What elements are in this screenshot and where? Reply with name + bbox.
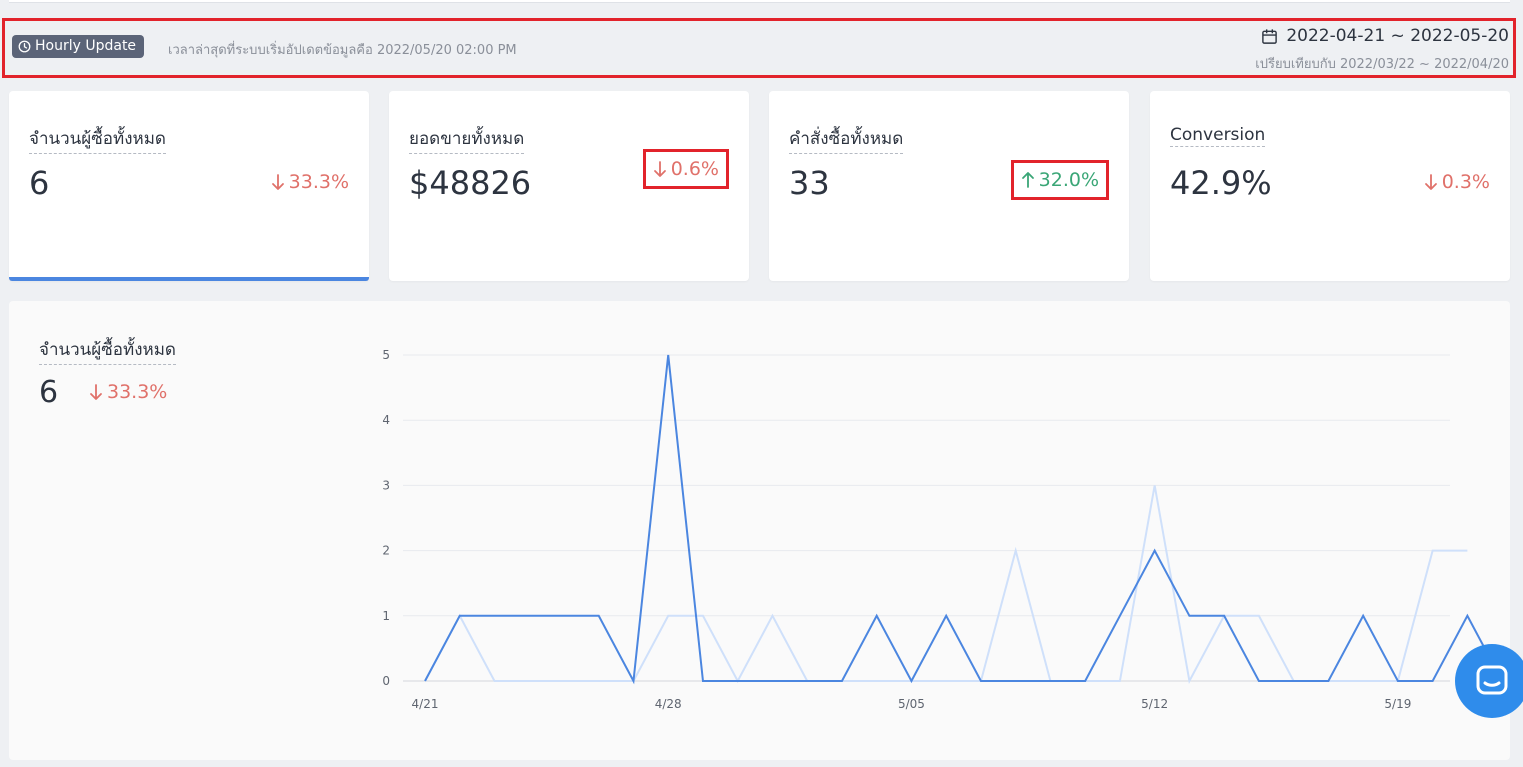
clock-icon [18, 40, 31, 53]
x-tick-label: 4/21 [412, 697, 439, 711]
metric-label: คำสั่งซื้อทั้งหมด [789, 125, 904, 154]
metric-value: 42.9% [1170, 164, 1272, 202]
metric-label: จำนวนผู้ซื้อทั้งหมด [29, 125, 166, 154]
badge-label: Hourly Update [35, 38, 137, 54]
metric-change-value: 32.0% [1038, 169, 1099, 191]
update-bar: Hourly Update เวลาล่าสุดที่ระบบเริ่มอัปเ… [2, 18, 1516, 78]
arrow-down-icon [653, 161, 666, 177]
hourly-update-badge: Hourly Update [12, 35, 145, 58]
date-range-picker[interactable]: 2022-04-21 ~ 2022-05-20 [1261, 26, 1509, 46]
previous-period-line [424, 485, 1468, 685]
metric-card-orders[interactable]: คำสั่งซื้อทั้งหมด 33 32.0% [769, 91, 1129, 281]
arrow-up-icon [1021, 172, 1034, 188]
metric-change: 0.3% [1424, 171, 1490, 193]
y-tick-label: 0 [382, 674, 390, 688]
date-range-text: 2022-04-21 ~ 2022-05-20 [1286, 26, 1509, 46]
calendar-icon [1262, 28, 1278, 44]
last-update-text: เวลาล่าสุดที่ระบบเริ่มอัปเดตข้อมูลคือ 20… [168, 43, 517, 58]
chart-panel: จำนวนผู้ซื้อทั้งหมด 6 33.3% 0 1 2 3 4 5 4/21 4/… [9, 301, 1510, 760]
y-tick-label: 1 [382, 609, 390, 623]
chat-icon [1476, 665, 1508, 695]
arrow-down-icon [1424, 174, 1437, 190]
metric-label: Conversion [1170, 125, 1266, 147]
metric-value: 33 [789, 164, 830, 202]
metric-change: 0.6% [642, 149, 729, 189]
metric-card-conversion[interactable]: Conversion 42.9% 0.3% [1150, 91, 1510, 281]
top-strip [9, 0, 1510, 3]
metric-change-value: 0.6% [670, 158, 719, 180]
compare-range-text: เปรียบเทียบกับ 2022/03/22 ~ 2022/04/20 [1255, 57, 1509, 72]
y-tick-label: 3 [382, 478, 390, 492]
x-tick-label: 5/05 [898, 697, 925, 711]
y-tick-label: 5 [382, 348, 390, 362]
current-period-line [424, 354, 1504, 685]
chat-button[interactable] [1455, 644, 1523, 718]
y-tick-label: 2 [382, 544, 390, 558]
metric-card-buyers[interactable]: จำนวนผู้ซื้อทั้งหมด 6 33.3% [9, 91, 369, 281]
x-tick-label: 5/12 [1141, 697, 1168, 711]
x-tick-label: 5/19 [1384, 697, 1411, 711]
metric-label: ยอดขายทั้งหมด [409, 125, 525, 154]
arrow-down-icon [271, 174, 284, 190]
metric-change-value: 0.3% [1441, 171, 1490, 193]
metric-value: $48826 [409, 164, 532, 202]
metric-change-value: 33.3% [288, 171, 349, 193]
metric-change: 32.0% [1010, 160, 1109, 200]
metric-value: 6 [29, 164, 50, 202]
metric-change: 33.3% [271, 171, 349, 193]
metric-card-sales[interactable]: ยอดขายทั้งหมด $48826 0.6% [389, 91, 749, 281]
y-tick-label: 4 [382, 413, 390, 427]
x-tick-label: 4/28 [655, 697, 682, 711]
line-chart: 0 1 2 3 4 5 4/21 4/28 5/05 5/12 5/19 [382, 348, 1504, 711]
